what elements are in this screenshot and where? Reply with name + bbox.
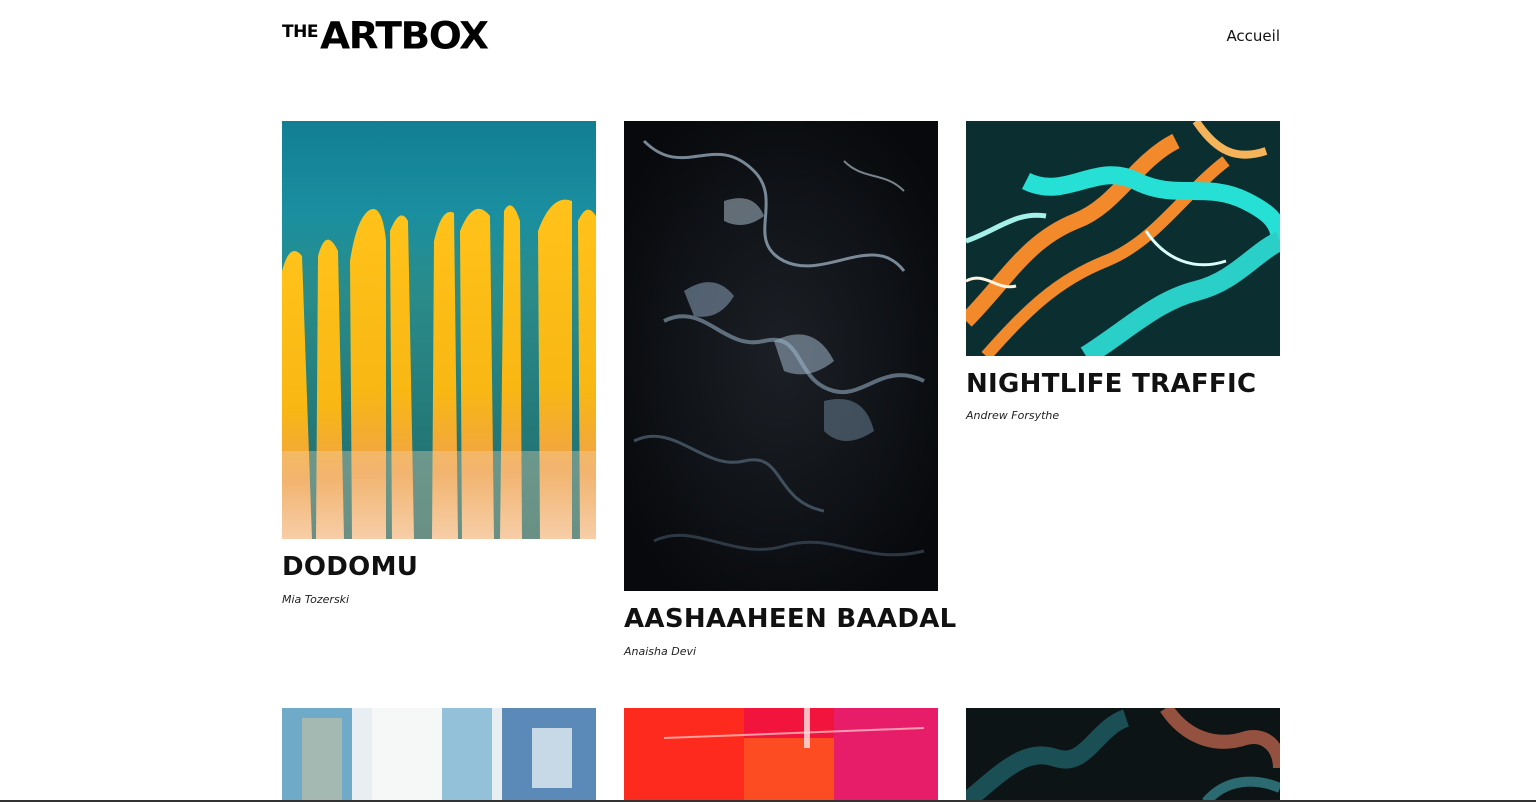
- nav-accueil-link[interactable]: Accueil: [1226, 27, 1280, 45]
- artwork-card-5[interactable]: [624, 708, 938, 802]
- site-logo[interactable]: THE ARTBOX: [282, 15, 489, 60]
- artwork-artist: Andrew Forsythe: [966, 409, 1060, 422]
- artwork-title[interactable]: AASHAAHEEN BAADAL: [624, 606, 957, 632]
- logo-the-text: THE: [282, 22, 318, 42]
- artwork-image-5[interactable]: [624, 708, 938, 802]
- artwork-artist: Mia Tozerski: [282, 593, 350, 606]
- artwork-card-nightlife-traffic[interactable]: NIGHTLIFE TRAFFIC Andrew Forsythe: [966, 121, 1280, 427]
- artwork-title[interactable]: DODOMU: [282, 554, 418, 580]
- artwork-image-6[interactable]: [966, 708, 1280, 802]
- logo-main-text: ARTBOX: [319, 15, 489, 58]
- artwork-image-dodomu[interactable]: [282, 121, 596, 539]
- artwork-card-dodomu[interactable]: DODOMU Mia Tozerski: [282, 121, 596, 611]
- site-header: THE ARTBOX Accueil: [282, 0, 1280, 80]
- artwork-image-aashaaheen-baadal[interactable]: [624, 121, 938, 591]
- artwork-artist: Anaisha Devi: [624, 645, 697, 658]
- artwork-card-4[interactable]: [282, 708, 596, 802]
- artwork-card-6[interactable]: [966, 708, 1280, 802]
- artwork-image-nightlife-traffic[interactable]: [966, 121, 1280, 356]
- artwork-title[interactable]: NIGHTLIFE TRAFFIC: [966, 371, 1256, 397]
- artwork-image-4[interactable]: [282, 708, 596, 802]
- artwork-card-aashaaheen-baadal[interactable]: AASHAAHEEN BAADAL Anaisha Devi: [624, 121, 956, 663]
